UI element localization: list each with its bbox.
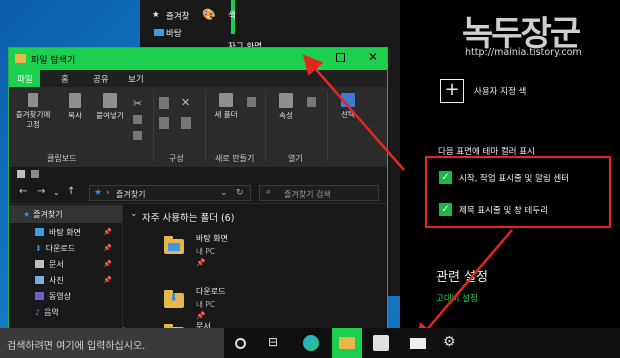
- task-view-icon[interactable]: ⊟: [268, 335, 284, 351]
- arrow-to-taskbar: [414, 229, 513, 344]
- file-explorer-icon[interactable]: [339, 337, 355, 349]
- taskbar: 검색하려면 여기에 입력하십시오. ⊟ ⚙: [0, 328, 620, 358]
- store-icon[interactable]: [373, 335, 389, 351]
- arrow-to-titlebar: [302, 54, 405, 171]
- mail-icon[interactable]: [410, 338, 426, 349]
- cortana-icon[interactable]: [235, 338, 246, 349]
- edge-icon[interactable]: [303, 335, 319, 351]
- annotation-arrows: [302, 54, 513, 344]
- taskbar-search-placeholder: 검색하려면 여기에 입력하십시오.: [7, 341, 146, 352]
- settings-gear-icon[interactable]: ⚙: [443, 334, 459, 350]
- taskbar-search-box[interactable]: 검색하려면 여기에 입력하십시오.: [0, 328, 224, 358]
